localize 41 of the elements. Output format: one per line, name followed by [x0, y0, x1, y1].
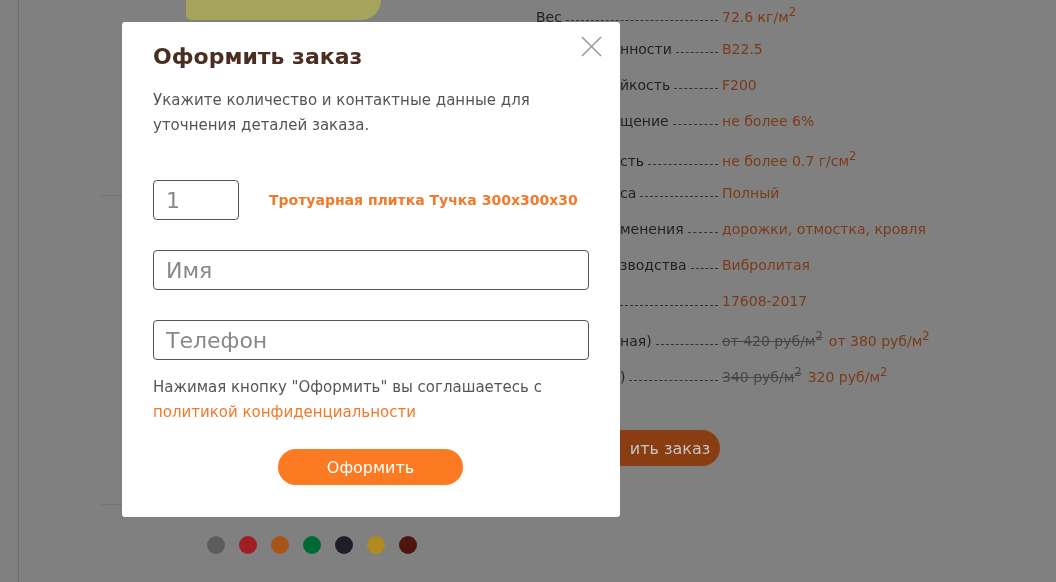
color-swatch[interactable] [303, 536, 321, 554]
spec-value: Вибролитая [722, 257, 810, 273]
spec-value: Полный [722, 185, 780, 201]
old-price: 340 руб/м$^{2}$ [722, 365, 802, 385]
new-price: от 380 руб/м$^{2}$ [828, 329, 930, 349]
close-icon[interactable] [581, 36, 602, 57]
color-swatch[interactable] [271, 536, 289, 554]
consent-text: Нажимая кнопку "Оформить" вы соглашаетесь с [153, 378, 542, 396]
spec-value: 17608-2017 [722, 293, 808, 309]
color-swatch[interactable] [335, 536, 353, 554]
spec-label: ная) [620, 332, 652, 349]
quantity-field[interactable]: 1 [153, 180, 239, 220]
spec-value: B22.5 [722, 41, 763, 57]
spec-value: F200 [722, 77, 757, 93]
new-price: 320 руб/м$^{2}$ [807, 365, 888, 385]
dialog-title: Оформить заказ [153, 43, 364, 71]
spec-label: зводства [620, 257, 687, 273]
color-swatch[interactable] [367, 536, 385, 554]
product-name: Тротуарная плитка Тучка 300x300x30 [269, 192, 578, 208]
spec-label: нности [620, 41, 672, 57]
privacy-policy-link[interactable]: политикой конфиденциальности [153, 403, 416, 421]
color-swatch[interactable] [399, 536, 417, 554]
spec-label: йкость [620, 77, 671, 93]
spec-value: 72.6 кг/м$^{2}$ [722, 5, 797, 25]
spec-label: са [620, 185, 637, 201]
submit-button[interactable]: Оформить [278, 449, 463, 485]
spec-label: сть [620, 152, 645, 169]
name-field[interactable]: Имя [153, 250, 589, 290]
old-price: от 420 руб/м$^{2}$ [722, 329, 823, 349]
spec-label: ) [620, 368, 626, 385]
phone-field[interactable]: Телефон [153, 320, 589, 360]
spec-value: не более 6% [722, 113, 815, 129]
spec-value: не более 0.7 г/см$^{2}$ [722, 149, 857, 169]
color-swatch[interactable] [239, 536, 257, 554]
spec-label: менения [620, 221, 684, 237]
order-button[interactable]: ить заказ [620, 430, 720, 466]
spec-label: Вес [536, 8, 562, 25]
spec-value: дорожки, отмостка, кровля [722, 221, 926, 237]
dialog-description: Укажите количество и контактные данные для уточнения деталей заказа. [153, 90, 531, 136]
color-swatch[interactable] [207, 536, 225, 554]
spec-label: щение [620, 113, 669, 129]
